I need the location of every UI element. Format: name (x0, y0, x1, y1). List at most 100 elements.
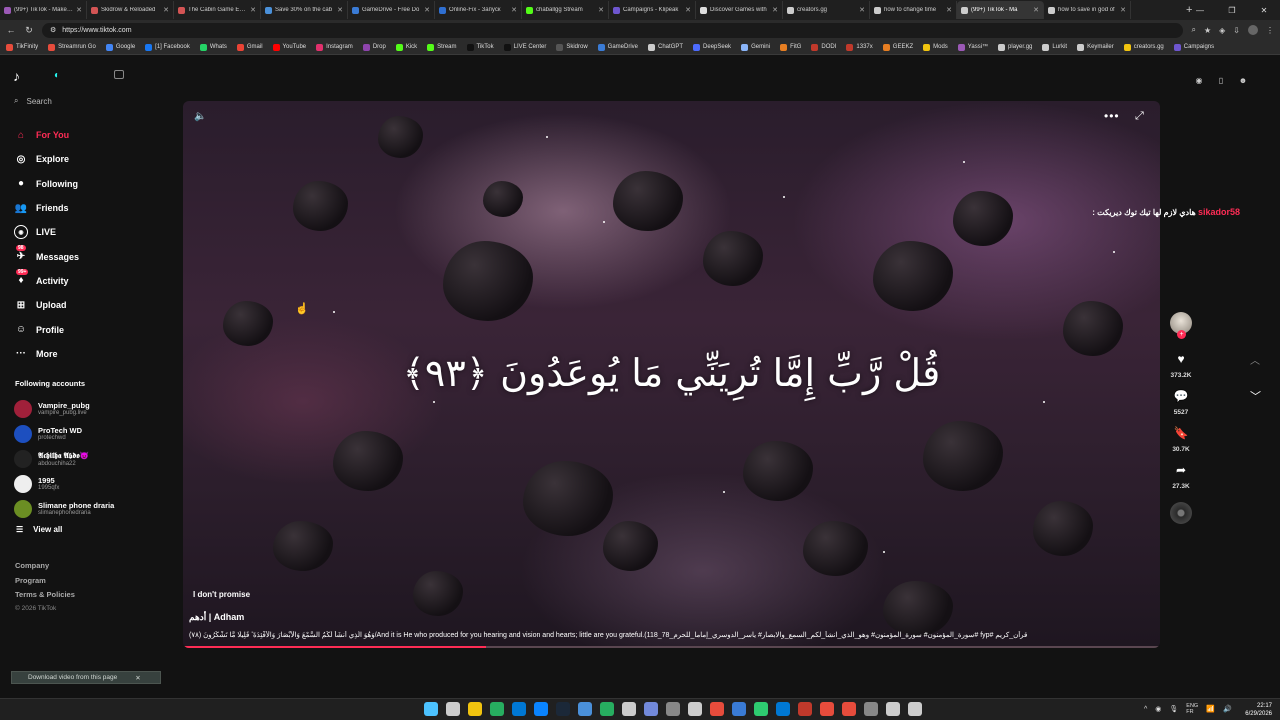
taskbar-app-icon[interactable] (600, 702, 614, 716)
nav-item-friends[interactable]: 👥 Friends (14, 196, 79, 220)
previous-video-icon[interactable]: ︿ (1250, 352, 1260, 367)
nav-item-explore[interactable]: ◎ Explore (14, 147, 79, 171)
tray-chevron-icon[interactable]: ^ (1144, 706, 1147, 713)
video-author[interactable]: أدهم | Adham (189, 612, 244, 623)
taskbar-app-icon[interactable] (710, 702, 724, 716)
browser-tab[interactable]: how to change time ✕ (870, 1, 957, 19)
taskbar-app-icon[interactable] (424, 702, 438, 716)
tab-close-icon[interactable]: ✕ (598, 6, 604, 14)
bookmark-item[interactable]: ChatGPT (648, 43, 683, 51)
tray-app-icon[interactable]: ◉ (1155, 705, 1161, 713)
taskbar-app-icon[interactable] (468, 702, 482, 716)
bookmark-item[interactable]: FitG (780, 43, 801, 51)
bookmark-item[interactable]: TikTok (466, 43, 494, 51)
browser-tab[interactable]: chaballgg Stream ✕ (522, 1, 609, 19)
taskbar-app-icon[interactable] (776, 702, 790, 716)
maximize-icon[interactable]: ❐ (1216, 6, 1248, 15)
tab-close-icon[interactable]: ✕ (772, 6, 778, 14)
browser-tab[interactable]: GameDrive - Free Do ✕ (348, 1, 435, 19)
browser-tab[interactable]: (99+) TikTok - Make Yo ✕ (0, 1, 87, 19)
speaker-icon[interactable]: 🔊 (1223, 705, 1232, 713)
tab-close-icon[interactable]: ✕ (685, 6, 691, 14)
tab-close-icon[interactable]: ✕ (163, 6, 169, 14)
follow-plus-icon[interactable]: + (1177, 330, 1186, 339)
browser-tab[interactable]: The Cabin Game Early ✕ (174, 1, 261, 19)
nav-item-live[interactable]: ◉ LIVE (14, 220, 79, 244)
bookmark-item[interactable]: Instagram (316, 43, 353, 51)
browser-tab[interactable]: creators.gg ✕ (783, 1, 870, 19)
following-account-item[interactable]: 1995 1995qfx (14, 471, 114, 496)
site-info-icon[interactable]: ⚙ (50, 26, 56, 34)
music-disc-icon[interactable] (1170, 502, 1192, 524)
taskbar-app-icon[interactable] (644, 702, 658, 716)
nav-item-profile[interactable]: ☺ Profile (14, 317, 79, 341)
wifi-icon[interactable]: 📶 (1206, 705, 1215, 713)
browser-tab[interactable]: (99+) TikTok - Ma ✕ (957, 1, 1044, 19)
downloads-icon[interactable]: ⇩ (1233, 26, 1240, 35)
taskbar-app-icon[interactable] (842, 702, 856, 716)
footer-link[interactable]: Company (15, 561, 75, 576)
bookmark-item[interactable]: 1337x (846, 43, 873, 51)
user-avatar-icon[interactable]: ☻ (1238, 76, 1248, 85)
save-button[interactable]: 🔖 30.7K (1172, 426, 1189, 453)
following-account-item[interactable]: 𝕬𝖈𝖍𝖎𝖑𝖍𝖆 𝕬𝖇𝖉𝖔😈 abdouchiha22 (14, 446, 114, 471)
footer-link[interactable]: Terms & Policies (15, 590, 75, 605)
reload-icon[interactable]: ↻ (24, 25, 34, 36)
comment-user[interactable]: sikador58 (1198, 207, 1240, 217)
share-button[interactable]: ➦ 27.3K (1172, 463, 1189, 490)
nav-item-activity[interactable]: ♦ 99+ Activity (14, 268, 79, 293)
bookmark-item[interactable]: DODI (811, 43, 836, 51)
next-video-icon[interactable]: ﹀ (1250, 388, 1261, 404)
browser-tab[interactable]: Skidrow & Reloaded ✕ (87, 1, 174, 19)
bookmark-item[interactable]: Kick (395, 43, 417, 51)
browser-tab[interactable]: Online-Fix - Запуск ✕ (435, 1, 522, 19)
taskbar-app-icon[interactable] (798, 702, 812, 716)
search-input[interactable]: ⌕ Search (14, 96, 52, 106)
following-account-item[interactable]: Vampire_pubg vampire_pubg.live (14, 396, 114, 421)
video-player[interactable]: 🔈 ••• ⤢ قُلْ رَّبِّ إِمَّا تُرِيَنِّي مَ… (183, 101, 1160, 648)
close-icon[interactable]: ✕ (1248, 6, 1280, 15)
nav-item-following[interactable]: ● Following (14, 172, 79, 196)
clock[interactable]: 22:17 6/29/2026 (1236, 702, 1272, 718)
coin-icon[interactable]: ◉ (1194, 76, 1204, 85)
volume-icon[interactable]: 🔈 (194, 111, 206, 122)
tab-close-icon[interactable]: ✕ (1120, 6, 1126, 14)
tab-close-icon[interactable]: ✕ (250, 6, 256, 14)
nav-item-for-you[interactable]: ⌂ For You (14, 123, 79, 147)
taskbar-app-icon[interactable] (512, 702, 526, 716)
device-icon[interactable]: ▯ (1216, 76, 1226, 85)
bookmark-item[interactable]: Google (105, 43, 135, 51)
close-download-icon[interactable]: ✕ (135, 674, 140, 682)
browser-tab[interactable]: how to save in god of ✕ (1044, 1, 1131, 19)
bookmark-item[interactable]: Campaigns (1173, 43, 1214, 51)
taskbar-app-icon[interactable] (490, 702, 504, 716)
taskbar-app-icon[interactable] (754, 702, 768, 716)
url-field[interactable]: ⚙ https://www.tiktok.com (42, 22, 1184, 38)
taskbar-app-icon[interactable] (534, 702, 548, 716)
bookmark-item[interactable]: Whats (199, 43, 227, 51)
tab-close-icon[interactable]: ✕ (424, 6, 430, 14)
taskbar-app-icon[interactable] (666, 702, 680, 716)
tiktok-logo-icon[interactable]: ♪ (13, 68, 20, 84)
like-button[interactable]: ♥ 373.2K (1171, 352, 1192, 379)
browser-tab[interactable]: Discover Games with ✕ (696, 1, 783, 19)
bookmark-item[interactable]: DeepSeek (693, 43, 731, 51)
taskbar-app-icon[interactable] (556, 702, 570, 716)
bookmark-star-icon[interactable]: ★ (1204, 26, 1211, 35)
bookmark-item[interactable]: LIVE Center (503, 43, 546, 51)
taskbar-app-icon[interactable] (622, 702, 636, 716)
language-indicator[interactable]: ENG FR (1186, 703, 1198, 715)
following-account-item[interactable]: ProTech WD protechwd (14, 421, 114, 446)
bookmark-item[interactable]: TikFinity (6, 43, 38, 51)
download-video-bar[interactable]: Download video from this page ✕ (11, 671, 161, 684)
bookmark-item[interactable]: player.gg (998, 43, 1032, 51)
tab-close-icon[interactable]: ✕ (1033, 6, 1039, 14)
bookmark-item[interactable]: Mods (923, 43, 948, 51)
taskbar-app-icon[interactable] (732, 702, 746, 716)
minimize-icon[interactable]: — (1184, 6, 1216, 15)
bookmark-item[interactable]: Stream (427, 43, 457, 51)
tray-mic-icon[interactable]: 🎙 (1169, 705, 1178, 713)
following-account-item[interactable]: Slimane phone draria slimanephonedraria (14, 496, 114, 521)
bookmark-item[interactable]: [1] Facebook (145, 43, 190, 51)
taskbar-app-icon[interactable] (446, 702, 460, 716)
